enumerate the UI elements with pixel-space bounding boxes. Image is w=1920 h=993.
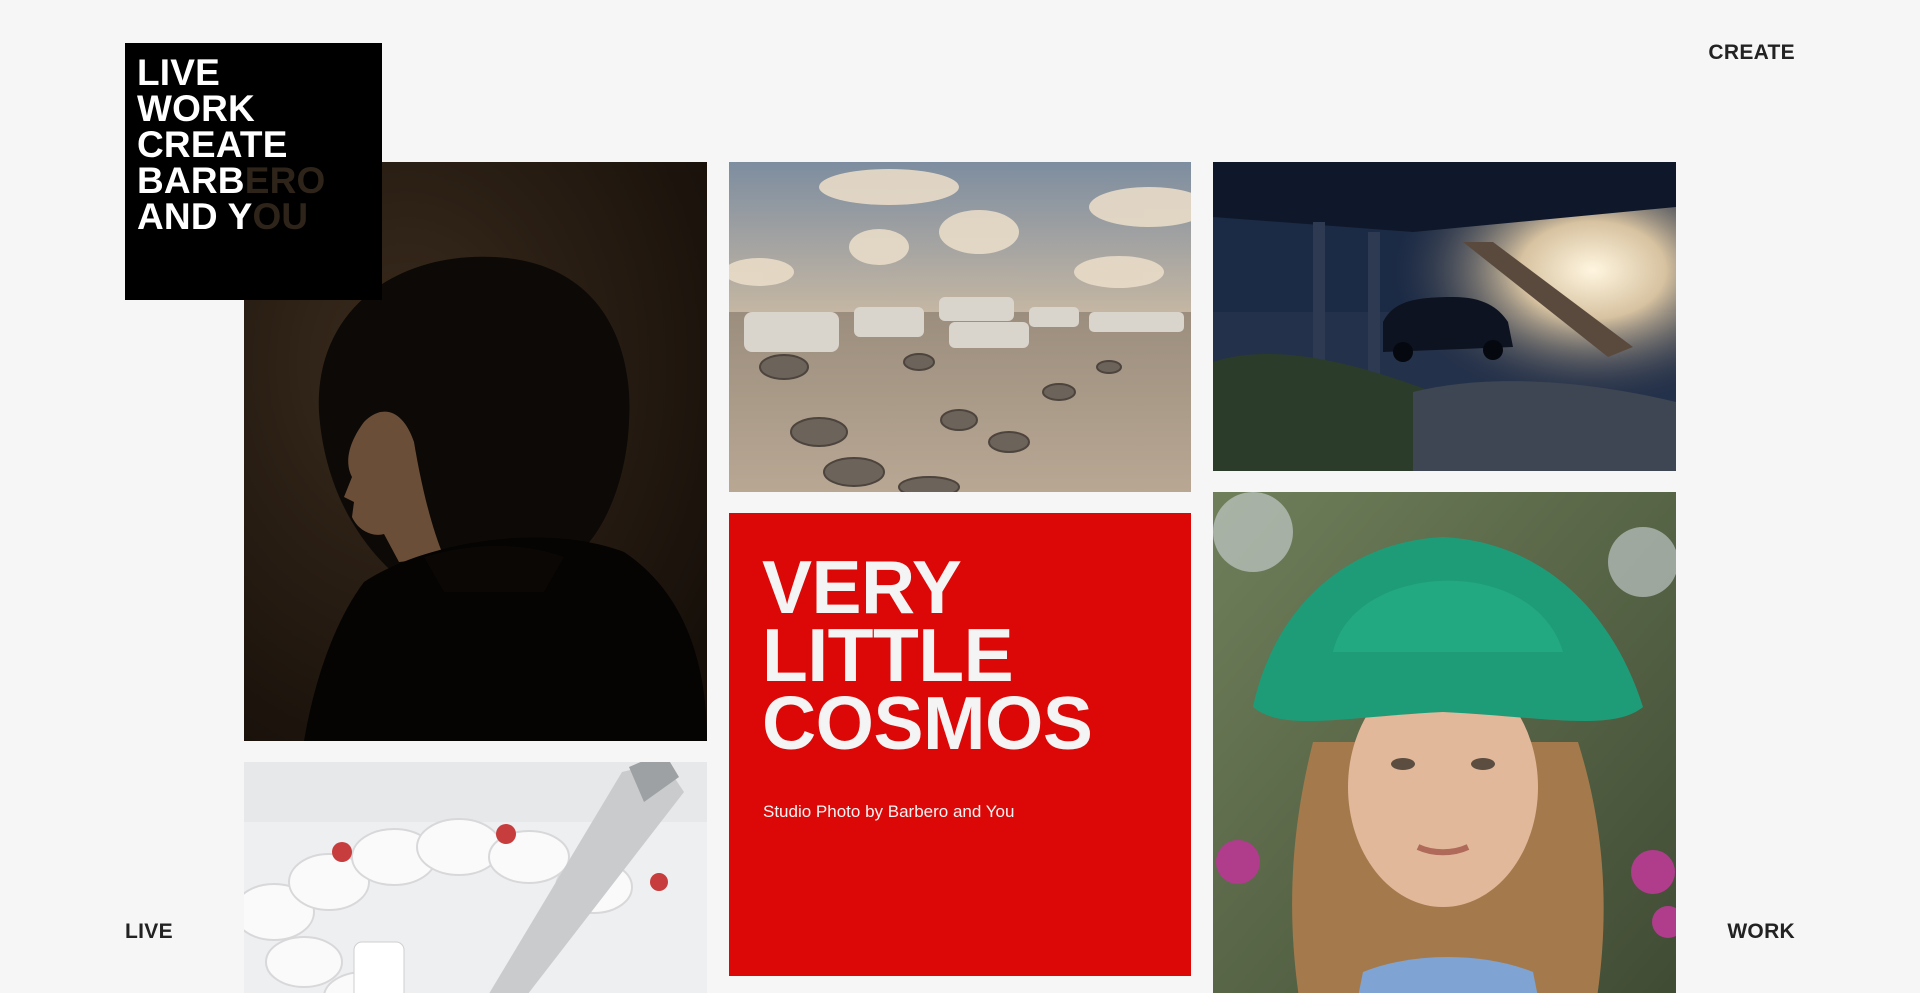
feature-title-line: VERY <box>762 545 962 629</box>
nav-create-link[interactable]: CREATE <box>1708 41 1795 65</box>
junkyard-image <box>729 162 1191 492</box>
logo-andyou-hidden: OU <box>252 196 309 237</box>
logo-link[interactable]: LIVE WORK CREATE BARBERO AND YOU <box>125 43 382 300</box>
nav-work-link[interactable]: WORK <box>1727 920 1795 944</box>
junkyard-photo[interactable] <box>729 162 1191 492</box>
logo-line-barbero: BARBERO <box>137 160 326 201</box>
feature-subtitle: Studio Photo by Barbero and You <box>763 802 1015 821</box>
feature-card[interactable]: VERY LITTLE COSMOS Studio Photo by Barbe… <box>729 513 1191 976</box>
girl-photo[interactable] <box>1213 492 1676 993</box>
car-image <box>1213 162 1676 471</box>
logo-line-create: CREATE <box>137 124 288 165</box>
feature-title: VERY LITTLE COSMOS <box>762 545 1093 765</box>
car-photo[interactable] <box>1213 162 1676 471</box>
feature-title-line: LITTLE <box>762 613 1014 697</box>
feature-title-line: COSMOS <box>762 681 1093 765</box>
logo-line-work: WORK <box>137 88 255 129</box>
logo-line-live: LIVE <box>137 52 221 93</box>
logo-barbero-hidden: ERO <box>244 160 326 201</box>
nav-live-link[interactable]: LIVE <box>125 920 173 944</box>
logo-line-and-you: AND YOU <box>137 196 325 237</box>
cake-photo[interactable] <box>244 762 707 993</box>
page: LIVE WORK CREATE BARBERO AND YOU CREATE … <box>0 0 1920 993</box>
logo-andyou-visible: AND Y <box>137 196 253 237</box>
logo-barbero-visible: BARB <box>137 160 245 201</box>
girl-image <box>1213 492 1676 993</box>
logo-text: LIVE WORK CREATE BARBERO AND YOU <box>137 52 326 237</box>
cake-image <box>244 762 707 993</box>
